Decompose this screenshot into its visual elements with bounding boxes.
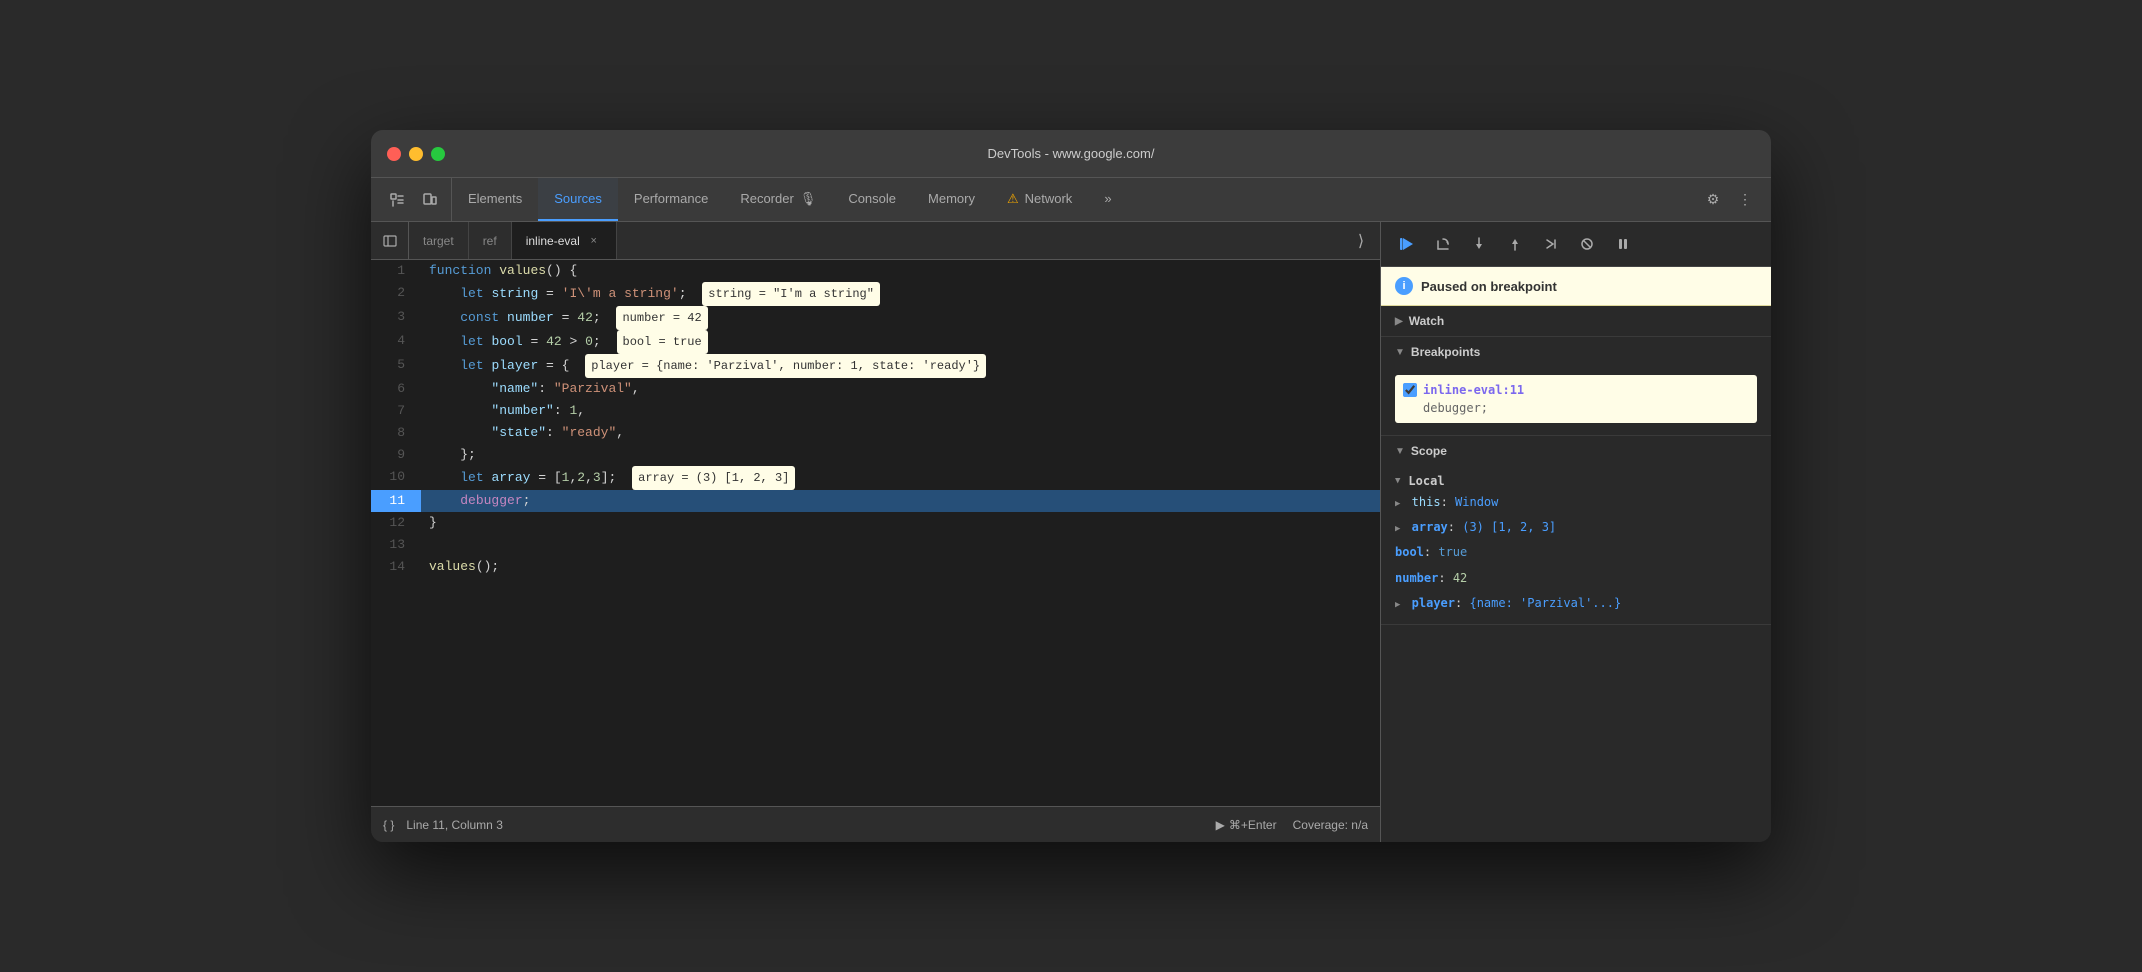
file-tab-ref[interactable]: ref xyxy=(469,222,512,259)
breakpoints-section: ▼ Breakpoints inline-eval:11 debugger; xyxy=(1381,337,1771,436)
table-row: 2 let string = 'I\'m a string'; string =… xyxy=(371,282,1380,306)
table-row: 6 "name": "Parzival", xyxy=(371,378,1380,400)
code-table: 1 function values() { 2 let string = 'I\… xyxy=(371,260,1380,578)
table-row: 13 xyxy=(371,534,1380,556)
close-tab-icon[interactable]: × xyxy=(586,233,602,249)
sources-layout: target ref inline-eval × ⟩ xyxy=(371,222,1771,842)
status-bar-right: ▶ ⌘+Enter Coverage: n/a xyxy=(1216,818,1368,832)
more-options-icon[interactable]: ⋮ xyxy=(1731,186,1759,214)
scope-section: ▼ Scope Local this: Window xyxy=(1381,436,1771,625)
scope-item-this: this: Window xyxy=(1395,490,1757,515)
scope-item-player: player: {name: 'Parzival'...} xyxy=(1395,591,1757,616)
table-row: 7 "number": 1, xyxy=(371,400,1380,422)
scope-local-label: Local xyxy=(1408,474,1444,488)
tab-more[interactable]: » xyxy=(1088,178,1127,221)
table-row: 10 let array = [1,2,3]; array = (3) [1, … xyxy=(371,466,1380,490)
device-toggle-icon[interactable] xyxy=(415,186,443,214)
breakpoint-code: debugger; xyxy=(1423,399,1524,417)
tab-list: Elements Sources Performance Recorder 🎙 … xyxy=(452,178,1691,221)
step-over-button[interactable] xyxy=(1429,230,1457,258)
file-tab-inline-eval[interactable]: inline-eval × xyxy=(512,222,617,259)
tab-performance[interactable]: Performance xyxy=(618,178,724,221)
table-row: 4 let bool = 42 > 0; bool = true xyxy=(371,330,1380,354)
table-row: 14 values(); xyxy=(371,556,1380,578)
file-tab-target[interactable]: target xyxy=(409,222,469,259)
cursor-position: Line 11, Column 3 xyxy=(406,818,503,832)
step-button[interactable] xyxy=(1537,230,1565,258)
paused-banner: i Paused on breakpoint xyxy=(1381,267,1771,306)
code-editor[interactable]: 1 function values() { 2 let string = 'I\… xyxy=(371,260,1380,806)
breakpoints-label: Breakpoints xyxy=(1411,345,1480,359)
tab-console[interactable]: Console xyxy=(832,178,912,221)
devtools-container: Elements Sources Performance Recorder 🎙 … xyxy=(371,178,1771,842)
watch-section: ▶ Watch xyxy=(1381,306,1771,337)
table-row: 12 } xyxy=(371,512,1380,534)
file-tab-nav-right[interactable]: ⟩ xyxy=(1342,222,1380,259)
sidebar-toggle[interactable] xyxy=(371,222,409,259)
watch-section-header[interactable]: ▶ Watch xyxy=(1381,306,1771,336)
breakpoints-body: inline-eval:11 debugger; xyxy=(1381,367,1771,435)
inspector-icon[interactable] xyxy=(383,186,411,214)
traffic-lights xyxy=(387,147,445,161)
scope-item-bool: bool: true xyxy=(1395,540,1757,565)
table-row: 3 const number = 42; number = 42 xyxy=(371,306,1380,330)
table-row: 1 function values() { xyxy=(371,260,1380,282)
tab-sources[interactable]: Sources xyxy=(538,178,618,221)
scope-section-header[interactable]: ▼ Scope xyxy=(1381,436,1771,466)
file-tabs: target ref inline-eval × ⟩ xyxy=(371,222,1380,260)
tab-elements[interactable]: Elements xyxy=(452,178,538,221)
devtools-window: DevTools - www.google.com/ xyxy=(371,130,1771,842)
pause-on-exceptions-button[interactable] xyxy=(1609,230,1637,258)
scope-local-header[interactable]: Local xyxy=(1395,470,1757,490)
title-bar: DevTools - www.google.com/ xyxy=(371,130,1771,178)
table-row: 9 }; xyxy=(371,444,1380,466)
breakpoints-section-header[interactable]: ▼ Breakpoints xyxy=(1381,337,1771,367)
breakpoint-checkbox[interactable] xyxy=(1403,383,1417,397)
scope-label: Scope xyxy=(1411,444,1447,458)
expand-this[interactable]: this: Window xyxy=(1395,495,1498,509)
maximize-button[interactable] xyxy=(431,147,445,161)
tab-network[interactable]: ⚠ Network xyxy=(991,178,1088,221)
scope-item-number: number: 42 xyxy=(1395,566,1757,591)
table-row: 11 debugger; xyxy=(371,490,1380,512)
window-title: DevTools - www.google.com/ xyxy=(988,146,1155,161)
status-bar: { } Line 11, Column 3 ▶ ⌘+Enter Coverage… xyxy=(371,806,1380,842)
step-out-button[interactable] xyxy=(1501,230,1529,258)
expand-array[interactable]: array: (3) [1, 2, 3] xyxy=(1395,520,1556,534)
step-into-button[interactable] xyxy=(1465,230,1493,258)
scope-item-array: array: (3) [1, 2, 3] xyxy=(1395,515,1757,540)
tab-bar: Elements Sources Performance Recorder 🎙 … xyxy=(371,178,1771,222)
tab-bar-icons xyxy=(375,178,452,221)
editor-panel: target ref inline-eval × ⟩ xyxy=(371,222,1381,842)
tab-memory[interactable]: Memory xyxy=(912,178,991,221)
close-button[interactable] xyxy=(387,147,401,161)
debugger-panel: i Paused on breakpoint ▶ Watch ▼ Breakpo… xyxy=(1381,222,1771,842)
paused-message: Paused on breakpoint xyxy=(1421,279,1557,294)
format-button[interactable]: { } xyxy=(383,818,394,832)
minimize-button[interactable] xyxy=(409,147,423,161)
coverage-label: Coverage: n/a xyxy=(1293,818,1368,832)
expand-player[interactable]: player: {name: 'Parzival'...} xyxy=(1395,596,1621,610)
debugger-toolbar xyxy=(1381,222,1771,267)
tab-right-icons: ⚙ ⋮ xyxy=(1691,178,1767,221)
settings-icon[interactable]: ⚙ xyxy=(1699,186,1727,214)
table-row: 8 "state": "ready", xyxy=(371,422,1380,444)
table-row: 5 let player = { player = {name: 'Parziv… xyxy=(371,354,1380,378)
deactivate-breakpoints-button[interactable] xyxy=(1573,230,1601,258)
resume-button[interactable] xyxy=(1393,230,1421,258)
breakpoint-item: inline-eval:11 debugger; xyxy=(1395,375,1757,423)
breakpoint-location: inline-eval:11 xyxy=(1423,381,1524,399)
run-button[interactable]: ▶ ⌘+Enter xyxy=(1216,818,1277,832)
scope-body: Local this: Window array: (3) [1, 2, 3] xyxy=(1381,466,1771,624)
watch-label: Watch xyxy=(1409,314,1445,328)
info-icon: i xyxy=(1395,277,1413,295)
tab-recorder[interactable]: Recorder 🎙 xyxy=(724,178,832,221)
